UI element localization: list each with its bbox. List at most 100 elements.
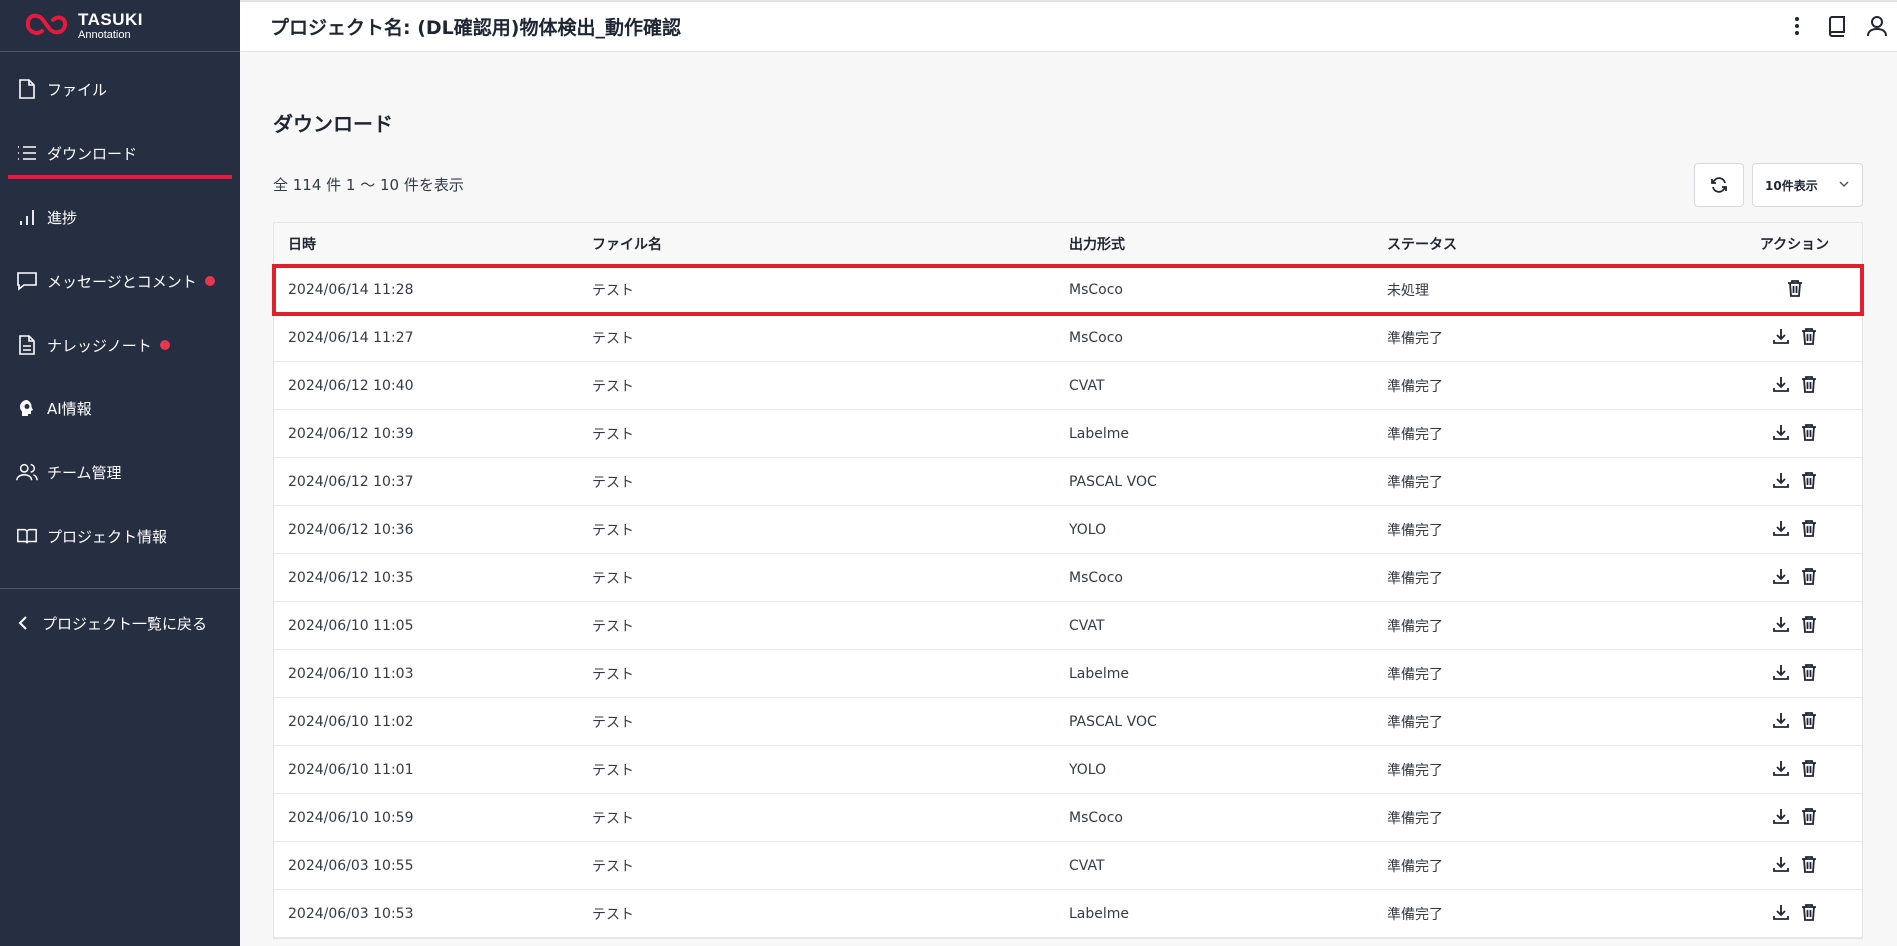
sidebar-item-label: チーム管理 [47,463,122,482]
sidebar-item-progress[interactable]: 進捗 [0,197,240,237]
refresh-button[interactable] [1694,163,1744,207]
delete-button[interactable] [1799,711,1819,733]
download-icon [1772,903,1790,925]
download-button[interactable] [1771,327,1791,349]
sidebar-item-label: AI情報 [47,399,92,418]
sidebar-item-ai-info[interactable]: AI情報 [0,388,240,428]
sidebar-item-team[interactable]: チーム管理 [0,452,240,492]
cell-datetime: 2024/06/14 11:27 [288,329,414,346]
cell-filename: テスト [592,282,634,299]
delete-button[interactable] [1799,567,1819,589]
download-button[interactable] [1771,423,1791,445]
download-button[interactable] [1771,567,1791,589]
cell-filename: テスト [592,378,634,395]
download-button[interactable] [1771,855,1791,877]
download-icon [1772,471,1790,493]
cell-datetime: 2024/06/14 11:28 [288,281,414,298]
download-icon [1772,663,1790,685]
message-icon [16,270,38,292]
sidebar-item-label: ナレッジノート [47,336,152,355]
download-button[interactable] [1771,711,1791,733]
result-summary: 全 114 件 1 〜 10 件を表示 [273,176,464,194]
per-page-select[interactable]: 10件表示 [1752,163,1863,207]
cell-actions [1727,615,1862,637]
ai-head-icon [16,397,38,419]
cell-actions [1727,279,1862,301]
cell-datetime: 2024/06/03 10:53 [288,905,414,922]
table-row: 2024/06/03 10:53 テスト Labelme 準備完了 [274,890,1862,938]
delete-button[interactable] [1799,663,1819,685]
cell-datetime: 2024/06/12 10:39 [288,425,414,442]
download-button[interactable] [1771,615,1791,637]
cell-actions [1727,903,1862,925]
sidebar-item-download[interactable]: ダウンロード [0,133,240,179]
cell-datetime: 2024/06/12 10:35 [288,569,414,586]
download-button[interactable] [1771,519,1791,541]
sidebar-item-file[interactable]: ファイル [0,69,240,109]
trash-icon [1801,759,1817,781]
cell-format: Labelme [1069,665,1130,682]
delete-button[interactable] [1799,855,1819,877]
download-button[interactable] [1771,375,1791,397]
delete-button[interactable] [1799,471,1819,493]
cell-status: 準備完了 [1387,906,1443,923]
delete-button[interactable] [1799,519,1819,541]
cell-filename: テスト [592,906,634,923]
delete-button[interactable] [1799,327,1819,349]
cell-actions [1727,759,1862,781]
cell-actions [1727,663,1862,685]
sidebar-item-label: プロジェクト情報 [47,527,168,546]
delete-button[interactable] [1799,903,1819,925]
cell-format: YOLO [1069,521,1107,538]
cell-format: CVAT [1069,377,1105,394]
table-row: 2024/06/14 11:27 テスト MsCoco 準備完了 [274,314,1862,362]
sidebar-item-messages[interactable]: メッセージとコメント [0,261,240,301]
download-icon [1772,759,1790,781]
document-icon [16,334,38,356]
trash-icon [1801,327,1817,349]
cell-datetime: 2024/06/10 11:01 [288,761,414,778]
cell-datetime: 2024/06/12 10:40 [288,377,414,394]
delete-button[interactable] [1799,375,1819,397]
back-link-label: プロジェクト一覧に戻る [42,614,208,633]
cell-filename: テスト [592,570,634,587]
cell-datetime: 2024/06/12 10:37 [288,473,414,490]
file-icon [16,78,38,100]
chevron-left-icon [14,615,32,631]
delete-button[interactable] [1799,423,1819,445]
sidebar-item-knowledge[interactable]: ナレッジノート [0,325,240,365]
cell-format: PASCAL VOC [1069,713,1157,730]
downloads-table: 日時 ファイル名 出力形式 ステータス アクション 2024/06/14 11:… [272,222,1864,939]
delete-button[interactable] [1799,759,1819,781]
download-button[interactable] [1771,759,1791,781]
cell-format: MsCoco [1069,809,1123,826]
delete-button[interactable] [1799,615,1819,637]
table-row: 2024/06/14 11:28 テスト MsCoco 未処理 [272,264,1864,316]
back-to-projects-link[interactable]: プロジェクト一覧に戻る [0,603,240,643]
user-account-button[interactable] [1857,8,1897,44]
more-options-button[interactable] [1777,8,1817,44]
download-button[interactable] [1771,903,1791,925]
cell-datetime: 2024/06/10 11:05 [288,617,414,634]
download-button[interactable] [1771,807,1791,829]
cell-datetime: 2024/06/12 10:36 [288,521,414,538]
book-icon [16,525,38,547]
download-icon [1772,615,1790,637]
cell-filename: テスト [592,474,634,491]
logo[interactable]: TASUKI Annotation [0,0,240,52]
delete-button[interactable] [1799,807,1819,829]
trash-icon [1801,711,1817,733]
cell-actions [1727,711,1862,733]
download-icon [1772,855,1790,877]
delete-button[interactable] [1785,279,1805,301]
manual-button[interactable] [1817,8,1857,44]
sidebar-item-project-info[interactable]: プロジェクト情報 [0,516,240,556]
column-header-actions: アクション [1759,237,1830,253]
cell-actions [1727,375,1862,397]
download-button[interactable] [1771,663,1791,685]
trash-icon [1801,423,1817,445]
sidebar-item-label: メッセージとコメント [47,272,197,291]
download-button[interactable] [1771,471,1791,493]
cell-status: 準備完了 [1387,666,1443,683]
cell-format: Labelme [1069,425,1130,442]
